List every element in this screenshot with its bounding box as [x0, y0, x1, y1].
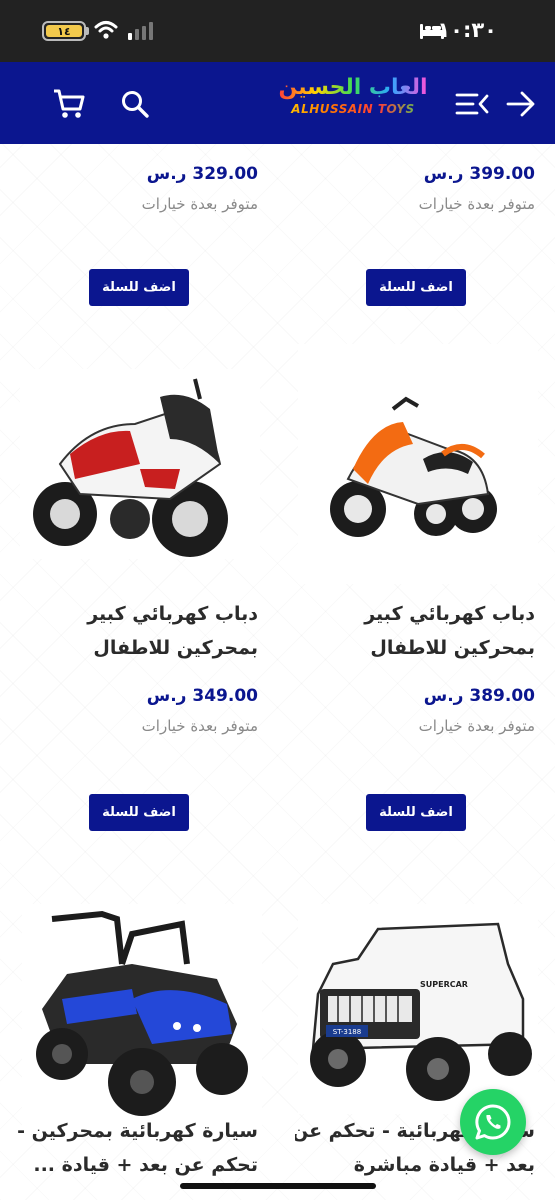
- back-button[interactable]: [501, 84, 541, 124]
- add-to-cart-button[interactable]: اضف للسلة: [89, 269, 189, 306]
- menu-icon: [455, 93, 489, 115]
- product-title-line-1[interactable]: سيارة كهربائية بمحركين -: [18, 1114, 258, 1148]
- product-image-blue-buggy[interactable]: [22, 904, 262, 1134]
- product-price: 399.00 ر.س: [423, 164, 535, 184]
- add-to-cart-button[interactable]: اضف للسلة: [366, 794, 466, 831]
- search-button[interactable]: [115, 84, 155, 124]
- product-availability: متوفر بعدة خيارات: [141, 195, 258, 213]
- jeep-plate-text: ST-3188: [333, 1028, 361, 1036]
- product-card[interactable]: دباب كهربائي كبير بمحركين للاطفال 349.00…: [18, 597, 258, 737]
- whatsapp-icon: [475, 1104, 511, 1140]
- back-arrow-icon: [506, 91, 535, 117]
- menu-button[interactable]: [452, 84, 492, 124]
- sleep-focus-icon: [420, 24, 444, 39]
- product-availability: متوفر بعدة خيارات: [418, 195, 535, 213]
- product-card[interactable]: دباب كهربائي كبير بمحركين للاطفال 389.00…: [295, 597, 535, 737]
- jeep-badge-text: SUPERCAR: [420, 980, 468, 989]
- product-card[interactable]: 399.00 ر.س متوفر بعدة خيارات: [295, 161, 535, 215]
- add-to-cart-button[interactable]: اضف للسلة: [89, 794, 189, 831]
- product-price: 349.00 ر.س: [146, 686, 258, 706]
- status-bar: ١٠:٣٠ ١٤: [0, 0, 555, 62]
- app-header: العاب الحسين ALHUSSAIN TOYS: [0, 62, 555, 144]
- wifi-icon: [94, 21, 118, 39]
- logo-arabic-text: العاب الحسين: [278, 75, 428, 100]
- battery-indicator: ١٤: [42, 21, 86, 41]
- product-price: 329.00 ر.س: [146, 164, 258, 184]
- product-title-line-1[interactable]: دباب كهربائي كبير: [295, 597, 535, 631]
- product-availability: متوفر بعدة خيارات: [141, 717, 258, 735]
- product-image-orange-motorcycle[interactable]: [298, 344, 538, 584]
- product-image-white-jeep[interactable]: ST-3188 SUPERCAR: [298, 904, 538, 1114]
- logo-english-text: ALHUSSAIN TOYS: [278, 102, 428, 116]
- whatsapp-button[interactable]: [460, 1089, 526, 1155]
- add-to-cart-button[interactable]: اضف للسلة: [366, 269, 466, 306]
- status-time: ١٠:٣٠: [437, 18, 497, 42]
- home-indicator: [180, 1183, 376, 1189]
- brand-logo[interactable]: العاب الحسين ALHUSSAIN TOYS: [278, 74, 428, 132]
- product-title-line-1[interactable]: دباب كهربائي كبير: [18, 597, 258, 631]
- battery-cap: [86, 27, 89, 35]
- search-icon: [122, 91, 149, 118]
- product-image-red-motorcycle[interactable]: [20, 369, 260, 559]
- signal-icon: [128, 22, 153, 40]
- battery-level: ١٤: [46, 25, 82, 38]
- product-title-line-2[interactable]: تحكم عن بعد + قيادة ...: [18, 1148, 258, 1182]
- product-card[interactable]: سيارة كهربائية بمحركين - تحكم عن بعد + ق…: [18, 1114, 258, 1182]
- cart-button[interactable]: [49, 84, 89, 124]
- product-availability: متوفر بعدة خيارات: [418, 717, 535, 735]
- product-card[interactable]: 329.00 ر.س متوفر بعدة خيارات: [18, 161, 258, 215]
- product-grid: 399.00 ر.س متوفر بعدة خيارات اضف للسلة 3…: [0, 144, 555, 1200]
- cart-icon: [54, 89, 85, 118]
- product-price: 389.00 ر.س: [423, 686, 535, 706]
- product-title-line-2[interactable]: بمحركين للاطفال: [18, 631, 258, 665]
- product-title-line-2[interactable]: بمحركين للاطفال: [295, 631, 535, 665]
